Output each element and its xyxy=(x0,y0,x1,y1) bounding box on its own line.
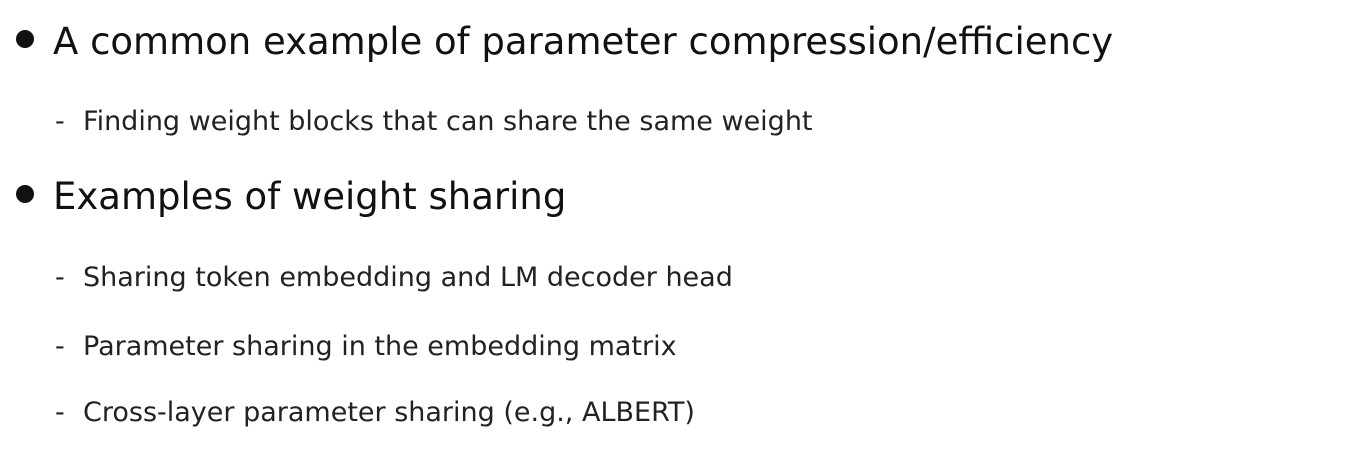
dash-icon: - xyxy=(55,106,65,137)
slide: A common example of parameter compressio… xyxy=(0,0,1352,476)
dash-icon: - xyxy=(55,331,65,362)
bullet-text: Examples of weight sharing xyxy=(53,175,567,218)
bullet-dot-icon xyxy=(16,30,34,48)
subitem-text: Parameter sharing in the embedding matri… xyxy=(83,331,677,362)
bullet-text: A common example of parameter compressio… xyxy=(53,20,1114,63)
dash-icon: - xyxy=(55,262,65,293)
subitem-text: Cross-layer parameter sharing (e.g., ALB… xyxy=(83,397,695,428)
bullet-dot-icon xyxy=(16,185,34,203)
subitem-text: Sharing token embedding and LM decoder h… xyxy=(83,262,733,293)
dash-icon: - xyxy=(55,397,65,428)
subitem-text: Finding weight blocks that can share the… xyxy=(83,106,813,137)
